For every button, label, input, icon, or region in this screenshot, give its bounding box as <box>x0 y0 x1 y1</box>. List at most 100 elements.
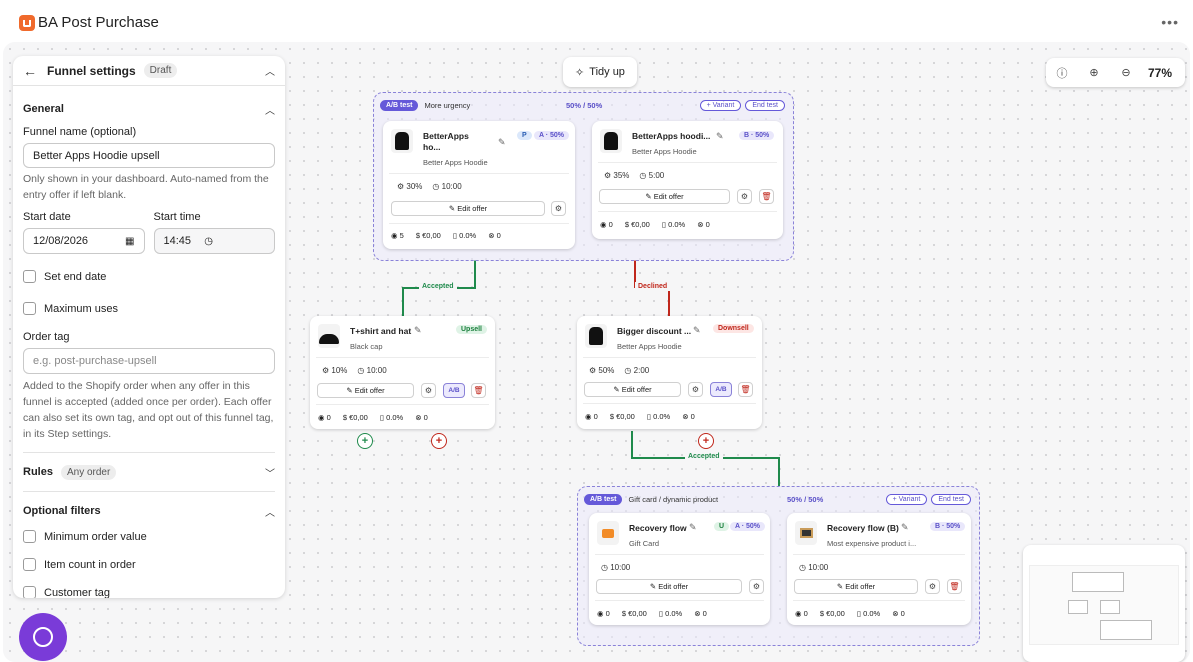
product-image <box>600 129 622 153</box>
customer-tag-checkbox[interactable]: Customer tag <box>23 586 275 598</box>
checkbox[interactable] <box>23 270 36 283</box>
funnel-settings-panel: ← Funnel settings Draft ︿ General ︿ Funn… <box>13 56 285 598</box>
settings-gear-icon[interactable]: ⚙ <box>737 189 752 204</box>
discount-value: 30% <box>406 182 423 191</box>
optional-filters-header[interactable]: Optional filters ︿ <box>13 492 285 530</box>
funnel-name-input[interactable]: Better Apps Hoodie upsell <box>23 143 275 168</box>
end-test-button[interactable]: End test <box>931 493 971 505</box>
declines-value: 0 <box>900 609 905 618</box>
start-date-input[interactable]: 12/08/2026 ▦ <box>23 228 145 254</box>
end-test-button[interactable]: End test <box>745 99 785 111</box>
checkbox[interactable] <box>23 558 36 571</box>
revenue-icon: $ <box>819 609 824 618</box>
settings-gear-icon[interactable]: ⚙ <box>688 382 703 397</box>
offer-type-badge: P <box>517 131 532 140</box>
back-arrow-icon[interactable]: ← <box>23 63 41 79</box>
maximum-uses-checkbox[interactable]: Maximum uses <box>23 302 275 315</box>
declined-label: Declined <box>635 282 671 291</box>
add-declined-step-icon[interactable]: + <box>431 433 447 449</box>
decline-icon: ⊗ <box>415 413 422 422</box>
views-value: 0 <box>608 220 613 229</box>
edit-offer-button[interactable]: ✎ Edit offer <box>596 579 742 594</box>
zoom-in-icon[interactable]: ⊕ <box>1078 66 1110 79</box>
edit-offer-button[interactable]: ✎ Edit offer <box>391 201 545 216</box>
conversion-value: 0.0% <box>668 220 686 229</box>
offer-card-b[interactable]: BetterApps hoodi... ✎ B · 50% Better App… <box>592 121 783 239</box>
more-options-icon[interactable]: ••• <box>1161 14 1179 30</box>
info-icon[interactable]: ⓘ <box>1046 65 1078 81</box>
pencil-icon[interactable]: ✎ <box>414 325 422 336</box>
chevron-up-icon[interactable]: ︿ <box>265 102 275 117</box>
edit-offer-button[interactable]: ✎ Edit offer <box>317 383 414 398</box>
trash-icon[interactable]: 🗑 <box>947 579 962 594</box>
add-declined-step-icon[interactable]: + <box>698 433 714 449</box>
trash-icon[interactable]: 🗑 <box>738 382 753 397</box>
downsell-tag: Downsell <box>713 324 754 333</box>
variant-tag: A · 50% <box>534 131 570 140</box>
clock-icon: ◷ <box>357 366 365 375</box>
ab-test-split: 50% / 50% <box>787 494 824 504</box>
calendar-icon[interactable]: ▦ <box>125 236 134 247</box>
revenue-value: €0,00 <box>628 609 647 618</box>
chevron-up-icon[interactable]: ︿ <box>265 504 275 519</box>
upsell-tag: Upsell <box>456 325 488 334</box>
eye-icon: ◉ <box>795 609 802 618</box>
checkbox[interactable] <box>23 302 36 315</box>
edit-offer-button[interactable]: ✎ Edit offer <box>584 382 681 397</box>
declines-value: 0 <box>496 231 501 240</box>
pencil-icon[interactable]: ✎ <box>901 522 909 533</box>
general-section-header[interactable]: General ︿ <box>13 92 285 126</box>
conversion-icon: ▯ <box>379 413 384 422</box>
pencil-icon[interactable]: ✎ <box>716 131 724 142</box>
settings-gear-icon[interactable]: ⚙ <box>421 383 436 398</box>
revenue-value: €0,00 <box>826 609 845 618</box>
start-time-input[interactable]: 14:45 ◷ <box>153 228 275 254</box>
pencil-icon[interactable]: ✎ <box>689 522 697 533</box>
order-tag-input[interactable]: e.g. post-purchase-upsell <box>23 348 275 374</box>
settings-gear-icon[interactable]: ⚙ <box>925 579 940 594</box>
min-order-value-checkbox[interactable]: Minimum order value <box>23 530 275 543</box>
minimap[interactable] <box>1023 545 1185 662</box>
trash-icon[interactable]: 🗑 <box>759 189 774 204</box>
revenue-value: €0,00 <box>616 412 635 421</box>
chat-support-button[interactable] <box>19 613 67 661</box>
add-accepted-step-icon[interactable]: + <box>357 433 373 449</box>
discount-value: 35% <box>613 171 630 180</box>
settings-gear-icon[interactable]: ⚙ <box>551 201 566 216</box>
ab-test-button[interactable]: A/B <box>443 383 465 398</box>
status-badge: Draft <box>143 63 178 78</box>
offer-subtitle: Gift Card <box>629 539 660 548</box>
chevron-up-icon[interactable]: ︿ <box>265 63 275 78</box>
edit-offer-button[interactable]: ✎ Edit offer <box>599 189 730 204</box>
offer-title: BetterApps hoodi... <box>632 131 711 141</box>
checkbox[interactable] <box>23 586 36 598</box>
ab-test-name: Gift card / dynamic product <box>628 494 719 504</box>
item-count-checkbox[interactable]: Item count in order <box>23 558 275 571</box>
offer-card-recovery-b[interactable]: Recovery flow (B) ✎ B · 50% Most expensi… <box>787 513 971 625</box>
timer-value: 5:00 <box>648 171 665 180</box>
accepted-edge <box>778 457 780 486</box>
pencil-icon[interactable]: ✎ <box>498 137 506 148</box>
downsell-offer-card[interactable]: Bigger discount ... ✎ Downsell Better Ap… <box>577 316 762 429</box>
offer-card-a[interactable]: BetterApps ho... ✎ P A · 50% Better Apps … <box>383 121 575 249</box>
ab-test-button[interactable]: A/B <box>710 382 732 397</box>
edit-offer-button[interactable]: ✎ Edit offer <box>794 579 918 594</box>
tidy-up-button[interactable]: ✧ Tidy up <box>563 57 637 87</box>
zoom-out-icon[interactable]: ⊖ <box>1110 66 1142 79</box>
conversion-icon: ▯ <box>856 609 861 618</box>
trash-icon[interactable]: 🗑 <box>471 383 486 398</box>
add-variant-button[interactable]: + Variant <box>885 493 928 505</box>
pencil-icon[interactable]: ✎ <box>693 325 701 336</box>
chevron-down-icon[interactable]: ﹀ <box>265 465 275 480</box>
settings-gear-icon[interactable]: ⚙ <box>749 579 764 594</box>
order-tag-label: Order tag <box>23 331 70 343</box>
clock-icon[interactable]: ◷ <box>204 236 213 247</box>
pencil-icon: ✎ <box>836 582 846 591</box>
rules-section-header[interactable]: Rules Any order ﹀ <box>13 453 285 491</box>
set-end-date-checkbox[interactable]: Set end date <box>23 270 275 283</box>
offer-subtitle: Better Apps Hoodie <box>617 342 682 351</box>
checkbox[interactable] <box>23 530 36 543</box>
add-variant-button[interactable]: + Variant <box>699 99 742 111</box>
upsell-offer-card[interactable]: T+shirt and hat ✎ Upsell Black cap ⚙ 10%… <box>310 316 495 429</box>
offer-card-recovery-a[interactable]: Recovery flow ✎ U A · 50% Gift Card ◷ 10… <box>589 513 770 625</box>
